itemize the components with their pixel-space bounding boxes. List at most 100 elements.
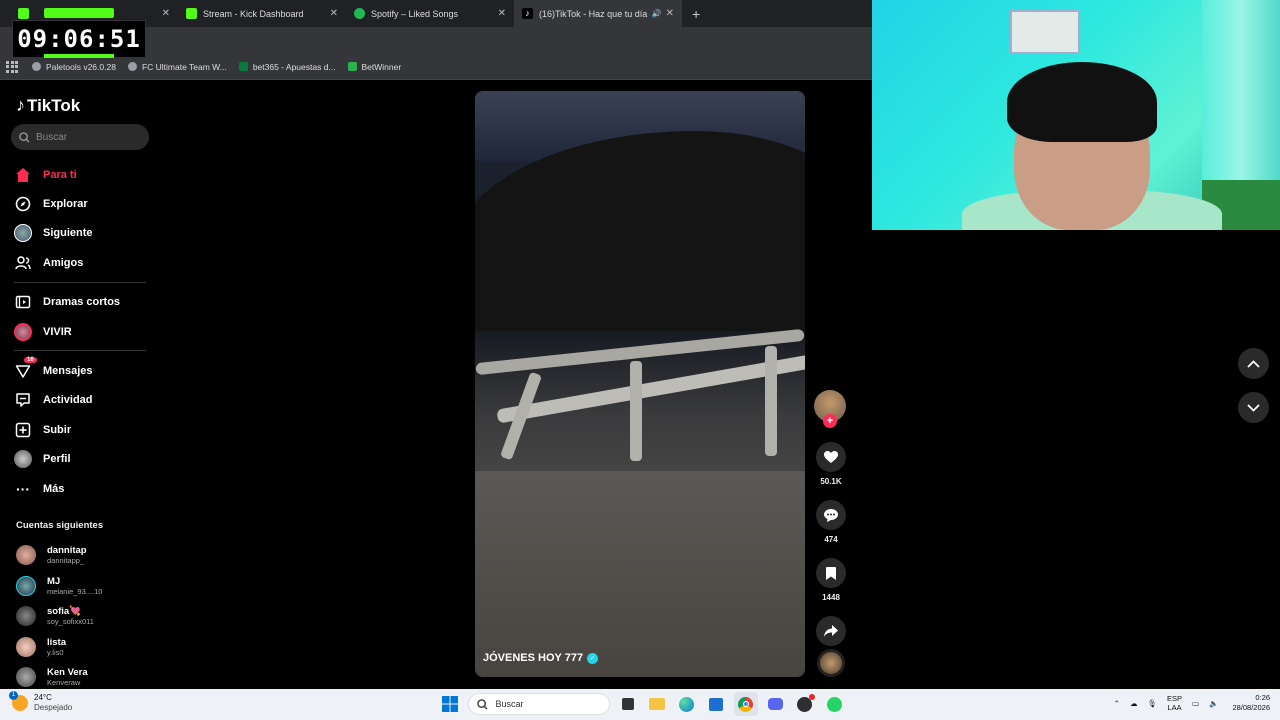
chevron-up-icon[interactable]: ⌃ bbox=[1114, 699, 1120, 708]
nav-label: Perfil bbox=[43, 453, 71, 466]
spotify-favicon-icon bbox=[354, 8, 365, 19]
search-icon bbox=[476, 698, 488, 710]
bookmark-fc-ultimate-team[interactable]: FC Ultimate Team W... bbox=[127, 62, 227, 72]
nav-vivir[interactable]: VIVIR bbox=[14, 317, 146, 346]
avatar bbox=[16, 575, 36, 596]
bookmark-bet365[interactable]: bet365 - Apuestas d... bbox=[238, 62, 336, 72]
close-tab-icon[interactable]: ✕ bbox=[666, 8, 674, 19]
next-video-button[interactable] bbox=[1238, 392, 1269, 423]
taskbar-search-placeholder: Buscar bbox=[495, 699, 524, 709]
obs-icon[interactable] bbox=[793, 692, 817, 716]
nav-label: Amigos bbox=[43, 256, 84, 269]
nav-para-ti[interactable]: Para ti bbox=[14, 160, 146, 189]
nav-subir[interactable]: Subir bbox=[14, 415, 146, 444]
globe-icon bbox=[127, 62, 137, 71]
following-name: lista bbox=[47, 636, 67, 648]
tab-title: Stream - Kick Dashboard bbox=[203, 8, 304, 19]
weather-widget[interactable]: 1 24°C Despejado bbox=[9, 691, 72, 713]
bookmark-betwinner[interactable]: BetWinner bbox=[347, 61, 402, 72]
nav-label: Actividad bbox=[43, 394, 93, 407]
nav-explorar[interactable]: Explorar bbox=[14, 189, 146, 218]
save-count: 1448 bbox=[822, 593, 840, 602]
apps-grid-icon[interactable] bbox=[6, 60, 18, 73]
save-button[interactable]: 1448 bbox=[814, 558, 848, 602]
task-view-icon[interactable] bbox=[616, 692, 640, 716]
webcam-overlay bbox=[872, 0, 1280, 230]
follow-plus-icon[interactable]: + bbox=[823, 414, 837, 428]
nav-dramas-cortos[interactable]: Dramas cortos bbox=[14, 288, 146, 317]
creator-avatar[interactable]: + bbox=[814, 390, 846, 428]
edge-icon[interactable] bbox=[675, 692, 699, 716]
kick-favicon-icon bbox=[186, 8, 197, 19]
nav-divider bbox=[14, 350, 146, 352]
nav-mensajes[interactable]: 16 Mensajes bbox=[14, 356, 146, 385]
speaker-icon[interactable]: 🔊 bbox=[652, 9, 662, 18]
following-name: sofia💘 bbox=[47, 606, 82, 618]
webcam-person-hair bbox=[1007, 62, 1157, 142]
store-icon[interactable] bbox=[704, 692, 728, 716]
film-icon bbox=[14, 293, 32, 311]
nav-label: Más bbox=[43, 482, 65, 495]
nav-siguiente[interactable]: Siguiente bbox=[14, 219, 146, 248]
following-item[interactable]: dannitap dannitapp_ bbox=[16, 540, 102, 571]
new-tab-button[interactable]: + bbox=[682, 0, 710, 27]
chrome-icon[interactable] bbox=[733, 692, 758, 716]
like-button[interactable]: 50.1K bbox=[814, 442, 848, 486]
following-item[interactable]: MJ melanie_93....10 bbox=[16, 571, 102, 602]
system-tray: ⌃ ☁ 🎙 ESP LAA ▭ 🔈 0:26 28/08/2026 bbox=[1104, 693, 1270, 713]
bookmark-label: BetWinner bbox=[361, 61, 402, 72]
volume-icon[interactable]: 🔈 bbox=[1209, 699, 1218, 708]
home-icon bbox=[14, 166, 32, 184]
bookmark-paletools[interactable]: Paletools v26.0.28 bbox=[32, 62, 116, 72]
nav-actividad[interactable]: Actividad bbox=[14, 386, 146, 415]
tab-title: Spotify – Liked Songs bbox=[371, 8, 459, 19]
microphone-icon[interactable]: 🎙 bbox=[1147, 699, 1157, 708]
following-item[interactable]: sofia💘 soy_sofixx011 bbox=[16, 601, 102, 632]
upload-icon bbox=[14, 421, 32, 439]
nav-perfil[interactable]: Perfil bbox=[14, 445, 146, 474]
network-cloud-icon[interactable]: ☁ bbox=[1130, 699, 1138, 708]
following-name: Ken Vera bbox=[47, 667, 88, 679]
previous-video-button[interactable] bbox=[1238, 348, 1269, 379]
discord-icon[interactable] bbox=[763, 692, 787, 716]
nav-divider bbox=[14, 281, 146, 283]
windows-start-icon[interactable] bbox=[438, 692, 462, 716]
tab-spotify[interactable]: Spotify – Liked Songs ✕ bbox=[346, 0, 514, 27]
kick-bar bbox=[44, 54, 114, 58]
share-icon bbox=[816, 616, 846, 646]
taskbar-apps: Buscar bbox=[438, 692, 852, 716]
music-disc-avatar[interactable] bbox=[817, 649, 845, 677]
language-indicator[interactable]: ESP LAA bbox=[1167, 694, 1182, 712]
clock-date: 28/08/2026 bbox=[1232, 703, 1270, 712]
keyboard-layout: LAA bbox=[1167, 703, 1182, 712]
close-tab-icon[interactable]: ✕ bbox=[162, 8, 170, 19]
video-fence-post bbox=[765, 346, 777, 456]
bet365-icon bbox=[238, 62, 248, 71]
close-tab-icon[interactable]: ✕ bbox=[330, 8, 338, 19]
nav-amigos[interactable]: Amigos bbox=[14, 248, 146, 277]
tiktok-logo[interactable]: ♪ TikTok bbox=[16, 95, 80, 116]
taskbar-clock[interactable]: 0:26 28/08/2026 bbox=[1232, 693, 1270, 713]
tab-kick-dashboard[interactable]: Stream - Kick Dashboard ✕ bbox=[178, 0, 346, 27]
search-input[interactable]: Buscar bbox=[11, 124, 149, 150]
taskbar-search[interactable]: Buscar bbox=[467, 693, 610, 715]
file-explorer-icon[interactable] bbox=[645, 692, 669, 716]
compass-icon bbox=[14, 195, 32, 213]
video-author[interactable]: JÓVENES HOY 777 ✓ bbox=[483, 652, 599, 664]
nav-label: Dramas cortos bbox=[43, 296, 121, 309]
comment-button[interactable]: 474 bbox=[814, 500, 848, 544]
sidebar-nav: Para ti Explorar Siguiente Amigos Dramas… bbox=[14, 160, 146, 503]
nav-mas[interactable]: ··· Más bbox=[14, 474, 146, 503]
avatar bbox=[16, 606, 36, 627]
video-player[interactable] bbox=[475, 91, 805, 677]
weather-badge: 1 bbox=[9, 691, 18, 700]
following-item[interactable]: Ken Vera Kenveraw bbox=[16, 662, 102, 693]
whatsapp-icon[interactable] bbox=[822, 692, 846, 716]
following-item[interactable]: lista y.lis0 bbox=[16, 632, 102, 663]
close-tab-icon[interactable]: ✕ bbox=[498, 8, 506, 19]
tab-tiktok[interactable]: ♪ (16)TikTok - Haz que tu día 🔊 ✕ bbox=[514, 0, 682, 27]
author-name: JÓVENES HOY 777 bbox=[483, 652, 584, 664]
nav-label: VIVIR bbox=[43, 325, 72, 338]
monitor-icon[interactable]: ▭ bbox=[1192, 699, 1199, 708]
kick-favicon-icon bbox=[18, 8, 29, 19]
